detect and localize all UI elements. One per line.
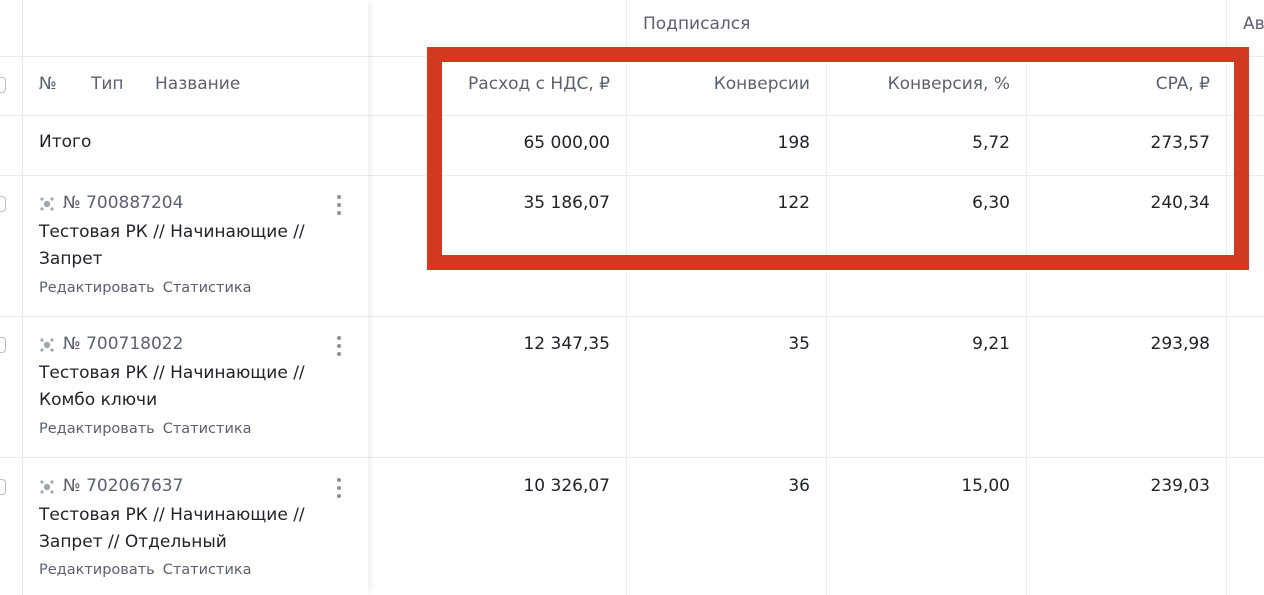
- header-cpa[interactable]: CPA, ₽: [1030, 74, 1210, 94]
- row-conversion-rate: 15,00: [961, 476, 1010, 496]
- row-conversions: 122: [777, 193, 810, 213]
- column-divider: [626, 0, 627, 595]
- header-type[interactable]: Тип: [91, 74, 124, 94]
- statistics-link[interactable]: Статистика: [163, 280, 252, 296]
- statistics-link[interactable]: Статистика: [163, 562, 252, 578]
- column-divider: [1026, 56, 1027, 595]
- campaign-actions: Редактировать Статистика: [39, 562, 252, 578]
- campaign-type-icon: [40, 480, 54, 494]
- campaign-actions: Редактировать Статистика: [39, 280, 252, 296]
- edit-link[interactable]: Редактировать: [39, 562, 155, 578]
- row-divider: [0, 175, 368, 176]
- row-conversions: 35: [788, 334, 810, 354]
- campaign-type-icon: [40, 197, 54, 211]
- row-divider: [0, 115, 368, 116]
- select-all-checkbox[interactable]: [0, 77, 6, 93]
- campaign-statistics-table: Подписался Ав Расход с НДС, ₽ Конверсии …: [0, 0, 1264, 595]
- column-divider: [826, 56, 827, 595]
- edit-link[interactable]: Редактировать: [39, 280, 155, 296]
- row-checkbox[interactable]: [0, 479, 6, 495]
- row-divider: [368, 115, 1264, 116]
- group-title: Подписался: [643, 14, 751, 34]
- row-cpa: 293,98: [1150, 334, 1210, 354]
- campaign-name[interactable]: Тестовая РК // Начинающие // Запрет: [39, 219, 329, 273]
- row-divider: [0, 457, 368, 458]
- total-cpa: 273,57: [1150, 133, 1210, 153]
- more-vertical-icon[interactable]: [332, 478, 346, 500]
- edit-link[interactable]: Редактировать: [39, 421, 155, 437]
- total-spend: 65 000,00: [523, 133, 610, 153]
- row-conversions: 36: [788, 476, 810, 496]
- more-vertical-icon[interactable]: [332, 336, 346, 358]
- statistics-link[interactable]: Статистика: [163, 421, 252, 437]
- campaign-actions: Редактировать Статистика: [39, 421, 252, 437]
- column-divider: [1226, 0, 1227, 595]
- row-divider: [368, 316, 1264, 317]
- more-vertical-icon[interactable]: [332, 195, 346, 217]
- campaign-id: № 700718022: [63, 334, 184, 354]
- campaign-id: № 700887204: [63, 193, 184, 213]
- row-spend: 35 186,07: [523, 193, 610, 213]
- row-conversion-rate: 6,30: [972, 193, 1010, 213]
- total-conversion-rate: 5,72: [972, 133, 1010, 153]
- row-spend: 12 347,35: [523, 334, 610, 354]
- column-divider: [22, 0, 23, 595]
- row-divider: [0, 56, 368, 57]
- total-label: Итого: [39, 132, 92, 152]
- row-divider: [368, 175, 1264, 176]
- campaign-list-panel: № Тип Название Итого № 700887204 Тестова…: [0, 0, 368, 595]
- row-cpa: 240,34: [1150, 193, 1210, 213]
- row-checkbox[interactable]: [0, 196, 6, 212]
- row-checkbox[interactable]: [0, 337, 6, 353]
- row-divider: [368, 56, 1264, 57]
- header-number[interactable]: №: [39, 74, 57, 94]
- header-conversion-rate[interactable]: Конверсия, %: [830, 74, 1010, 94]
- header-conversions[interactable]: Конверсии: [630, 74, 810, 94]
- row-spend: 10 326,07: [523, 476, 610, 496]
- row-cpa: 239,03: [1150, 476, 1210, 496]
- header-spend[interactable]: Расход с НДС, ₽: [430, 74, 610, 94]
- next-group-title: Ав: [1243, 14, 1264, 34]
- row-conversion-rate: 9,21: [972, 334, 1010, 354]
- campaign-name[interactable]: Тестовая РК // Начинающие // Запрет // О…: [39, 502, 329, 556]
- row-divider: [0, 316, 368, 317]
- campaign-type-icon: [40, 338, 54, 352]
- campaign-name[interactable]: Тестовая РК // Начинающие // Комбо ключи: [39, 360, 329, 414]
- row-divider: [368, 457, 1264, 458]
- campaign-id: № 702067637: [63, 476, 184, 496]
- header-name[interactable]: Название: [155, 74, 240, 94]
- total-conversions: 198: [777, 133, 810, 153]
